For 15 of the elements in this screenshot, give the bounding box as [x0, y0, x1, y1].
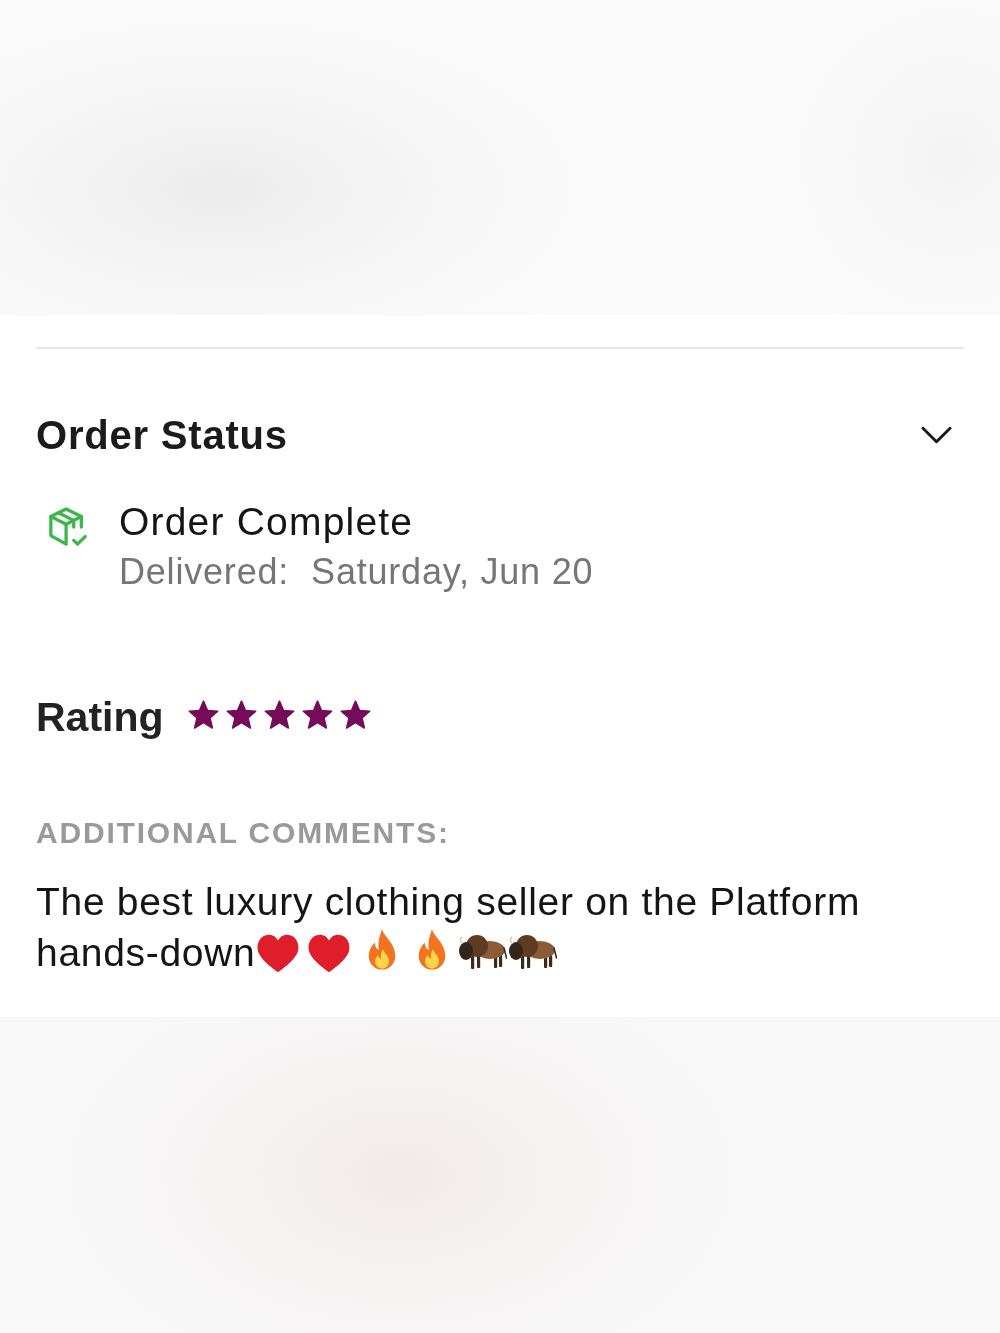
comment-text: The best luxury clothing seller on the Platform hands-down	[36, 879, 862, 976]
star-icon	[339, 700, 371, 730]
star-icon	[301, 700, 333, 730]
order-status-text: Order Complete	[119, 499, 414, 545]
section-title: Order Status	[36, 413, 288, 457]
delivered-label: Delivered:	[119, 550, 290, 594]
delivery-date: Saturday, Jun 20	[311, 550, 594, 594]
star-icon	[187, 700, 219, 730]
comments-heading: ADDITIONAL COMMENTS:	[36, 817, 450, 849]
bison-icon	[507, 932, 558, 970]
rating-label: Rating	[36, 693, 164, 741]
bison-icon	[457, 932, 508, 970]
star-icon	[225, 700, 257, 730]
star-icon	[263, 700, 295, 730]
chevron-down-icon[interactable]	[921, 426, 952, 444]
